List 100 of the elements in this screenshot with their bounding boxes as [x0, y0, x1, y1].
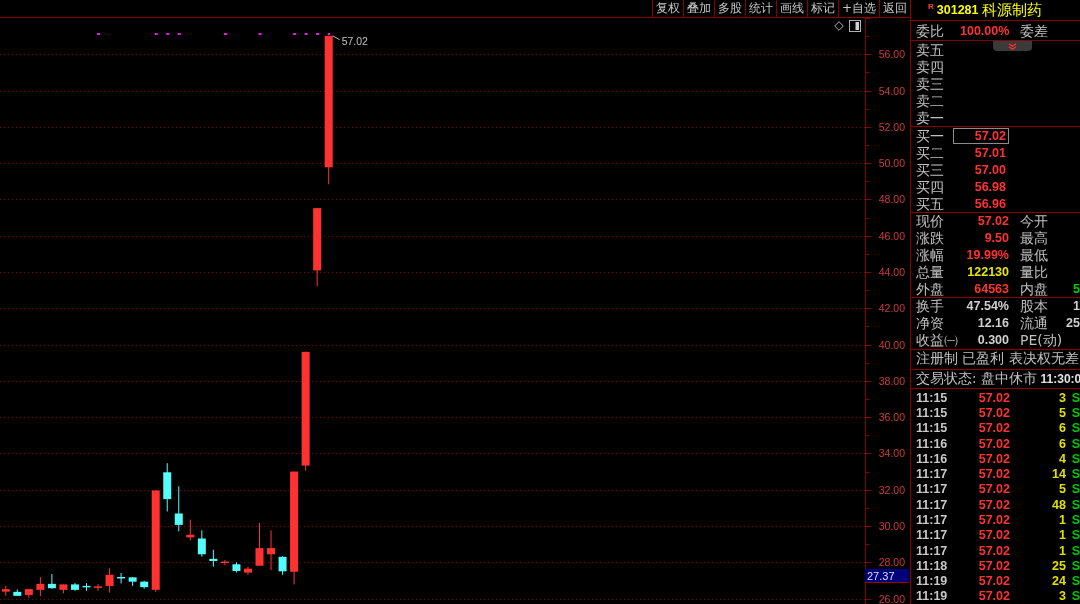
candle-body [267, 548, 276, 555]
field-label: 总量 [916, 263, 945, 280]
diamond-icon[interactable] [834, 21, 844, 31]
trade-price: 57.02 [978, 513, 1010, 527]
trade-time: 11:15 [916, 421, 948, 436]
trade-volume: 3 [1059, 589, 1066, 604]
axis-tick-label: 46.00 [878, 229, 905, 242]
trade-side: S [1071, 543, 1080, 558]
trade-volume: 48 [1052, 497, 1066, 512]
axis-tick-label: 30.00 [878, 520, 905, 532]
trade-volume: 1 [1059, 528, 1066, 543]
trade-volume: 1 [1059, 543, 1066, 558]
toolbar-button[interactable]: 标记 [806, 0, 838, 17]
field-label: 外盘 [916, 280, 945, 297]
trade-time: 11:16 [916, 436, 948, 451]
candle-wick [201, 529, 203, 558]
candle-wick [178, 485, 180, 532]
field-value: 1 [1072, 299, 1080, 314]
ask-level-label: 卖三 [916, 75, 945, 92]
candle-body [105, 574, 114, 587]
candle-wick [97, 583, 99, 592]
trade-side: S [1071, 497, 1080, 512]
stock-tags: 注册制 已盈利 表决权无差 [916, 350, 1079, 369]
field-label: 委差 [1020, 22, 1049, 39]
trade-price: 57.02 [978, 467, 1010, 482]
axis-tick-label: 38.00 [878, 374, 905, 387]
trade-time: 11:19 [916, 589, 948, 604]
toolbar-button[interactable]: 画线 [775, 0, 807, 17]
field-value: 47.54% [965, 299, 1009, 314]
bid-price[interactable]: 56.98 [953, 178, 1009, 195]
trade-time: 11:15 [916, 390, 948, 405]
trade-side: S [1071, 589, 1080, 604]
candle-wick [247, 566, 249, 576]
field-label: 股本 [1020, 298, 1049, 315]
bid-price[interactable]: 57.00 [953, 161, 1009, 178]
toolbar-button[interactable]: 多股 [713, 0, 745, 17]
bid-level-label: 买一 [916, 127, 945, 144]
collapse-tab[interactable] [993, 41, 1032, 51]
ask-level-label: 卖四 [916, 58, 945, 75]
field-label: 今开 [1020, 213, 1049, 230]
toolbar-button[interactable]: +自选 [837, 0, 879, 17]
ask-level-label: 卖一 [916, 109, 945, 126]
bid-level-label: 买四 [916, 178, 945, 195]
high-price-label: 57.02 [341, 34, 368, 47]
candle-wick [120, 572, 122, 584]
trade-side: S [1071, 436, 1080, 451]
trade-time: 11:15 [916, 405, 948, 420]
toolbar-button[interactable]: 统计 [744, 0, 776, 17]
trade-price: 57.02 [978, 436, 1010, 451]
field-value: 5 [1072, 281, 1080, 296]
trade-side: S [1071, 390, 1080, 405]
field-label: 量比 [1020, 263, 1049, 280]
candle-body [313, 208, 322, 271]
field-value: 25 [1065, 316, 1080, 331]
bid-level-label: 买二 [916, 144, 945, 161]
axis-tick-label: 50.00 [878, 157, 905, 170]
axis-tick-label: 28.00 [878, 556, 905, 569]
trade-volume: 3 [1059, 390, 1066, 405]
trade-price: 57.02 [978, 528, 1010, 543]
trade-volume: 14 [1052, 467, 1066, 482]
field-value: 0.300 [976, 333, 1009, 348]
candle-wick [189, 519, 191, 541]
candle-wick [39, 576, 41, 597]
candle-wick [270, 529, 272, 571]
trade-volume: 5 [1059, 405, 1066, 420]
field-value: 9.50 [983, 231, 1009, 246]
stock-code: 301281 [936, 3, 979, 17]
bid-price[interactable]: 56.96 [953, 195, 1009, 212]
field-label: 流通 [1020, 315, 1049, 332]
market-letter: R [928, 2, 934, 11]
field-value: 12.16 [976, 316, 1009, 331]
axis-tick-label: 26.00 [878, 592, 905, 604]
trade-time: 11:17 [916, 482, 948, 497]
trade-side: S [1071, 482, 1080, 497]
status-label: 交易状态: [916, 370, 977, 388]
toolbar-button[interactable]: 复权 [651, 0, 683, 17]
trade-time: 11:17 [916, 497, 948, 512]
field-label: 最高 [1020, 230, 1049, 247]
split-square-icon[interactable] [849, 20, 861, 32]
candle-wick [109, 567, 111, 594]
trade-price: 57.02 [978, 558, 1010, 573]
trade-time: 11:16 [916, 451, 948, 466]
axis-tick-label: 54.00 [878, 84, 905, 97]
bid-price[interactable]: 57.01 [953, 144, 1009, 161]
trade-side: S [1071, 451, 1080, 466]
trade-price: 57.02 [978, 390, 1010, 405]
field-label: 净资 [916, 315, 945, 332]
field-label: 委比 [916, 22, 945, 39]
candle-wick [224, 559, 226, 566]
trade-volume: 24 [1052, 574, 1066, 589]
bid-price[interactable]: 57.02 [953, 127, 1009, 144]
status-time: 11:30:0 [1040, 372, 1080, 386]
trade-time: 11:17 [916, 543, 948, 558]
bid-level-label: 买三 [916, 161, 945, 178]
field-label: 涨跌 [916, 230, 945, 247]
trade-price: 57.02 [978, 405, 1010, 420]
axis-tick-label: 34.00 [878, 447, 905, 460]
trade-time: 11:18 [916, 558, 948, 573]
status-value: 盘中休市 [980, 370, 1037, 388]
trade-time: 11:17 [916, 467, 948, 482]
